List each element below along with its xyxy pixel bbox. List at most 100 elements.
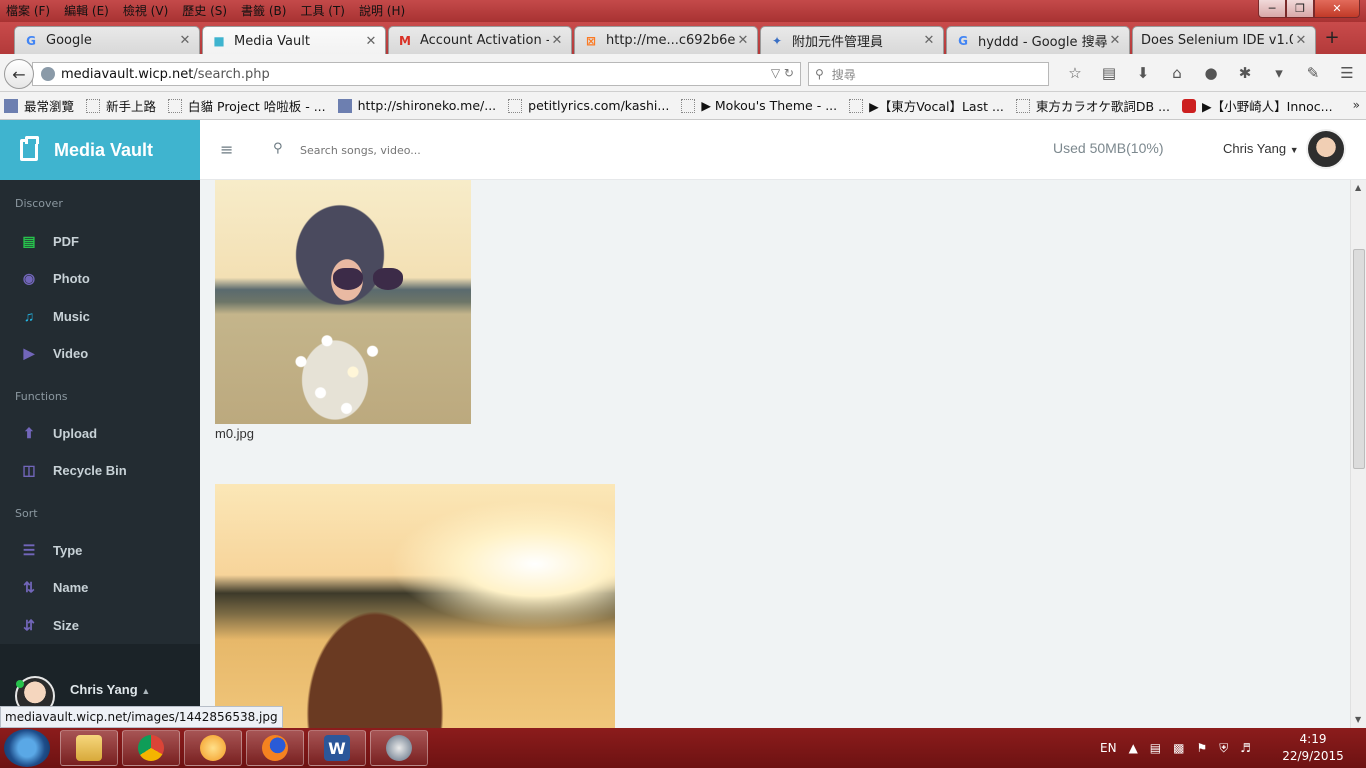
tab-xampp-link[interactable]: ⊠ http://me...c692b6ec5 ✕ xyxy=(574,26,758,54)
browser-search-input[interactable]: ⚲ 搜尋 xyxy=(808,62,1049,86)
signal-icon[interactable]: ▩ xyxy=(1173,741,1184,755)
taskbar-word[interactable]: W xyxy=(308,730,366,766)
sun-icon xyxy=(200,735,226,761)
user-menu[interactable]: Chris Yang ▼ xyxy=(1223,141,1299,156)
bookmarks-toolbar: 最常瀏覽 新手上路 白貓 Project 哈啦板 - ... http://sh… xyxy=(0,92,1366,120)
bookmark-item[interactable]: 白貓 Project 哈啦板 - ... xyxy=(168,96,326,115)
menu-help[interactable]: 說明 (H) xyxy=(359,2,405,19)
address-bar[interactable]: mediavault.wicp.net/search.php ▽ ↻ xyxy=(32,62,801,86)
tab-account-activation[interactable]: M Account Activation - ... ✕ xyxy=(388,26,572,54)
minimize-button[interactable]: ─ xyxy=(1258,0,1286,18)
scroll-down-icon[interactable]: ▼ xyxy=(1355,716,1363,724)
menu-view[interactable]: 檢視 (V) xyxy=(123,2,168,19)
browser-toolbar: ☆ ▤ ⬇ ⌂ ● ✱ ▾ ✎ ☰ xyxy=(1058,62,1364,84)
indent-menu-icon[interactable]: ≡ xyxy=(220,140,233,159)
flag-icon[interactable]: ⚑ xyxy=(1196,741,1207,755)
tab-selenium[interactable]: Does Selenium IDE v1.0.... ✕ xyxy=(1132,26,1316,54)
bookmark-item[interactable]: petitlyrics.com/kashi... xyxy=(508,98,669,113)
scrollbar-thumb[interactable] xyxy=(1353,249,1365,469)
image-thumbnail[interactable] xyxy=(215,180,471,424)
sidebar-item-type[interactable]: ☰ Type xyxy=(20,538,190,562)
clipboard-icon[interactable]: ▤ xyxy=(1092,62,1126,84)
list-icon: ☰ xyxy=(22,541,36,558)
extension-icon[interactable]: ✱ xyxy=(1228,62,1262,84)
close-icon[interactable]: ✕ xyxy=(363,34,379,49)
hamburger-menu-icon[interactable]: ☰ xyxy=(1330,62,1364,84)
brand[interactable]: Media Vault xyxy=(0,120,200,180)
tab-media-vault[interactable]: ■ Media Vault ✕ xyxy=(202,26,386,55)
sidebar-item-music[interactable]: ♫ Music xyxy=(20,304,190,328)
bookmark-item[interactable]: ▶【小野崎人】Innoc... xyxy=(1182,96,1333,115)
bookmark-item[interactable]: ▶【東方Vocal】Last ... xyxy=(849,96,1004,115)
avatar[interactable] xyxy=(1306,129,1346,169)
storage-usage: Used 50MB(10%) xyxy=(1053,140,1164,156)
taskbar: W EN ▲ ▤ ▩ ⚑ ⛨ ♬ 4:19 22/9/2015 xyxy=(0,728,1366,768)
menu-edit[interactable]: 編輯 (E) xyxy=(64,2,109,19)
maximize-button[interactable]: ❐ xyxy=(1286,0,1314,18)
taskbar-firefox[interactable] xyxy=(246,730,304,766)
sidebar-item-label: Size xyxy=(53,617,80,633)
close-icon[interactable]: ✕ xyxy=(921,33,937,48)
taskbar-explorer[interactable] xyxy=(60,730,118,766)
page-icon xyxy=(508,98,523,113)
page-scrollbar[interactable]: ▲ ▼ xyxy=(1350,180,1366,728)
reload-icon[interactable]: ▽ ↻ xyxy=(771,66,794,80)
device-icon[interactable]: ▤ xyxy=(1150,741,1161,755)
sidebar-item-upload[interactable]: ⬆ Upload xyxy=(20,421,190,445)
chevron-up-icon[interactable]: ▲ xyxy=(1129,741,1138,755)
taskbar-chrome[interactable] xyxy=(122,730,180,766)
bookmark-item[interactable]: ▶ Mokou's Theme - ... xyxy=(681,98,837,113)
sidebar-item-label: Type xyxy=(53,542,83,558)
image-caption[interactable]: m0.jpg xyxy=(215,426,254,441)
search-input[interactable] xyxy=(300,140,600,160)
close-icon[interactable]: ✕ xyxy=(549,33,565,48)
youtube-icon xyxy=(1182,98,1197,113)
caret-down-icon: ▼ xyxy=(1289,145,1299,155)
chevron-down-icon[interactable]: ▾ xyxy=(1262,62,1296,84)
section-title-discover: Discover xyxy=(15,197,63,210)
taskbar-media[interactable] xyxy=(370,730,428,766)
globe-icon xyxy=(41,67,55,81)
sidebar-item-photo[interactable]: ◉ Photo xyxy=(20,266,190,290)
sidebar-item-pdf[interactable]: ▤ PDF xyxy=(20,229,190,253)
language-indicator[interactable]: EN xyxy=(1100,741,1117,755)
menu-file[interactable]: 檔案 (F) xyxy=(6,2,50,19)
close-icon[interactable]: ✕ xyxy=(735,33,751,48)
tab-google-search[interactable]: G hyddd - Google 搜尋 ✕ xyxy=(946,26,1130,54)
system-clock[interactable]: 4:19 22/9/2015 xyxy=(1282,731,1344,765)
sidebar-item-size[interactable]: ⇵ Size xyxy=(20,613,190,637)
sidebar-item-name[interactable]: ⇅ Name xyxy=(20,575,190,599)
star-icon[interactable]: ☆ xyxy=(1058,62,1092,84)
tab-addons-manager[interactable]: ✦ 附加元件管理員 ✕ xyxy=(760,26,944,54)
menu-history[interactable]: 歷史 (S) xyxy=(182,2,227,19)
back-button[interactable]: ← xyxy=(4,59,34,89)
volume-icon[interactable]: ♬ xyxy=(1240,741,1251,755)
menu-tools[interactable]: 工具 (T) xyxy=(300,2,345,19)
bookmark-item[interactable]: 最常瀏覽 xyxy=(4,96,74,115)
sidebar-item-video[interactable]: ▶ Video xyxy=(20,341,190,365)
chevron-right-icon[interactable]: » xyxy=(1353,98,1360,112)
pencil-icon[interactable]: ✎ xyxy=(1296,62,1330,84)
new-tab-button[interactable]: + xyxy=(1320,27,1344,49)
scroll-up-icon[interactable]: ▲ xyxy=(1355,184,1363,192)
sidebar-user-name[interactable]: Chris Yang ▲ xyxy=(70,682,150,697)
image-thumbnail[interactable] xyxy=(215,484,615,728)
download-icon[interactable]: ⬇ xyxy=(1126,62,1160,84)
close-icon[interactable]: ✕ xyxy=(1293,33,1309,48)
bookmark-item[interactable]: 新手上路 xyxy=(86,96,156,115)
shield-icon[interactable]: ⛨ xyxy=(1219,741,1228,756)
bookmark-item[interactable]: 東方カラオケ歌詞DB ... xyxy=(1015,96,1170,115)
close-icon[interactable]: ✕ xyxy=(1107,33,1123,48)
close-window-button[interactable]: ✕ xyxy=(1314,0,1360,18)
home-icon[interactable]: ⌂ xyxy=(1160,62,1194,84)
tab-google[interactable]: G Google ✕ xyxy=(14,26,200,54)
taskbar-app[interactable] xyxy=(184,730,242,766)
google-icon: G xyxy=(958,33,968,48)
windows-start-icon[interactable] xyxy=(4,729,50,767)
menu-bookmarks[interactable]: 書籤 (B) xyxy=(241,2,286,19)
sidebar-item-recycle-bin[interactable]: ◫ Recycle Bin xyxy=(20,458,190,482)
close-icon[interactable]: ✕ xyxy=(177,33,193,48)
bookmark-item[interactable]: http://shironeko.me/... xyxy=(337,98,496,113)
cube-icon: ■ xyxy=(213,34,225,48)
chat-icon[interactable]: ● xyxy=(1194,62,1228,84)
